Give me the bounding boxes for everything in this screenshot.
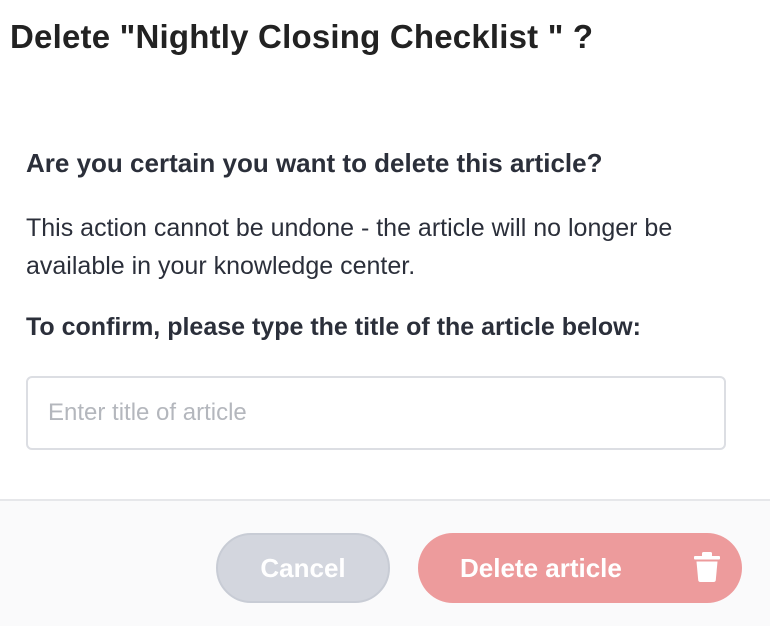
cancel-button[interactable]: Cancel bbox=[216, 533, 390, 603]
dialog-title: Delete "Nightly Closing Checklist " ? bbox=[10, 18, 594, 55]
cancel-button-label: Cancel bbox=[260, 552, 346, 583]
dialog-body: Are you certain you want to delete this … bbox=[26, 145, 746, 345]
delete-button-label: Delete article bbox=[460, 552, 622, 583]
confirm-title-label: To confirm, please type the title of the… bbox=[26, 313, 641, 341]
delete-article-dialog: Delete "Nightly Closing Checklist " ? Ar… bbox=[0, 0, 770, 626]
confirmation-question: Are you certain you want to delete this … bbox=[26, 148, 603, 178]
trash-icon bbox=[694, 552, 720, 582]
warning-text: This action cannot be undone - the artic… bbox=[26, 214, 673, 280]
delete-article-button[interactable]: Delete article bbox=[418, 533, 742, 603]
article-title-input[interactable] bbox=[26, 376, 726, 450]
dialog-footer: Cancel Delete article bbox=[0, 499, 770, 626]
